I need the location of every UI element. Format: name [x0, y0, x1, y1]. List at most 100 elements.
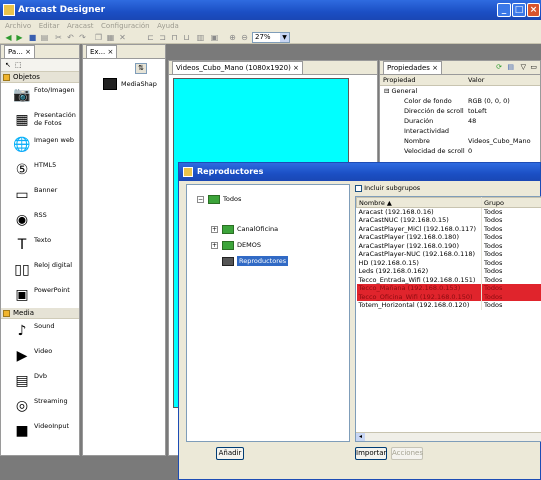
menu-editar[interactable]: Editar [39, 22, 60, 30]
menu-aracast[interactable]: Aracast [67, 22, 94, 30]
palette-item-label: RSS [34, 211, 47, 219]
collapse-all-icon[interactable]: ⇅ [135, 63, 147, 74]
horizontal-scrollbar[interactable]: ◂ [356, 432, 541, 441]
group-icon[interactable]: ▣ [210, 33, 219, 42]
group-label: Media [13, 309, 35, 317]
tree-node[interactable]: Reproductores [237, 256, 289, 266]
maximize-button[interactable]: □ [512, 3, 526, 17]
forward-icon[interactable]: ▶ [15, 33, 24, 42]
col-nombre[interactable]: Nombre ▲ [356, 197, 482, 208]
table-row[interactable]: Aracast (192.168.0.16) Todos [356, 207, 541, 216]
palette-item[interactable]: 📷 Foto/Imagen [1, 83, 79, 108]
select-tool-icon[interactable]: ↖ [5, 61, 11, 69]
explorer-item[interactable]: MediaShap [121, 80, 157, 88]
palette-item[interactable]: ◉ RSS [1, 208, 79, 233]
menu-archivo[interactable]: Archivo [5, 22, 31, 30]
property-row[interactable]: Dirección de scroll toLeft [380, 106, 540, 116]
palette-item[interactable]: ♪ Sound [1, 319, 79, 344]
back-icon[interactable]: ◀ [4, 33, 13, 42]
player-group: Todos [481, 301, 541, 310]
table-row[interactable]: Tecco_Entrada_Wifi (192.168.0.151) Todos [356, 275, 541, 284]
explorer-tab-label: Ex... [90, 48, 106, 56]
palette-item[interactable]: 🌐 Imagen web [1, 133, 79, 158]
editor-tab-header: Videos_Cubo_Mano (1080x1920) × [169, 61, 377, 75]
palette-item[interactable]: ▶ Video [1, 344, 79, 369]
align-center-icon[interactable]: ⊐ [158, 33, 167, 42]
folder-icon [208, 195, 220, 204]
delete-icon[interactable]: ✕ [118, 33, 127, 42]
tree-node[interactable]: DEMOS [237, 240, 261, 250]
table-row[interactable]: Leds (192.168.0.162) Todos [356, 267, 541, 276]
distribute-icon[interactable]: ▥ [196, 33, 205, 42]
palette-item[interactable]: ▣ PowerPoint [1, 283, 79, 308]
refresh-icon[interactable]: ⟳ [496, 61, 502, 74]
tree-node[interactable]: CanalOficina [237, 224, 278, 234]
tab-palette[interactable]: Pa... × [4, 45, 35, 58]
property-row[interactable]: Color de fondo RGB (0, 0, 0) [380, 96, 540, 106]
expand-icon[interactable]: + [211, 226, 218, 233]
zoom-in-icon[interactable]: ⊕ [228, 33, 237, 42]
table-row[interactable]: AraCastPlayer-NUC (192.168.0.118) Todos [356, 250, 541, 259]
streaming-icon: ◎ [15, 398, 29, 414]
property-row[interactable]: Interactividad [380, 126, 540, 136]
toolbar: ◀ ▶ ■ ▤ ✂ ↶ ↷ ❐ ▦ ✕ ⊏ ⊐ ⊓ ⊔ ▥ ▣ ⊕ ⊖ 27% … [0, 32, 541, 44]
palette-item[interactable]: T Texto [1, 233, 79, 258]
palette-item[interactable]: ◎ Streaming [1, 394, 79, 419]
table-row[interactable]: Totem_Horizontal (192.168.0.120) Todos [356, 301, 541, 310]
cut-icon[interactable]: ✂ [54, 33, 63, 42]
col-grupo[interactable]: Grupo [481, 197, 541, 208]
tab-explorer[interactable]: Ex... × [86, 45, 118, 58]
table-row[interactable]: AraCastNUC (192.168.0.15) Todos [356, 216, 541, 225]
table-row[interactable]: HD (192.168.0.15) Todos [356, 258, 541, 267]
scroll-left-icon[interactable]: ◂ [356, 433, 365, 441]
table-row[interactable]: Tecco_Mañana (192.168.0.153) Todos [356, 284, 541, 293]
align-top-icon[interactable]: ⊓ [170, 33, 179, 42]
property-row[interactable]: Nombre Videos_Cubo_Mano [380, 136, 540, 146]
redo-icon[interactable]: ↷ [78, 33, 87, 42]
collapse-icon[interactable]: − [197, 196, 204, 203]
palette-item[interactable]: ■ VideoInput [1, 419, 79, 444]
palette-item[interactable]: ⑤ HTML5 [1, 158, 79, 183]
palette-item[interactable]: ▤ Dvb [1, 369, 79, 394]
import-button[interactable]: Importar [355, 447, 387, 460]
include-subgroups[interactable]: Incluir subgrupos [355, 184, 420, 192]
properties-header: Propiedad Valor [380, 75, 540, 86]
palette-group-media[interactable]: Media [1, 308, 79, 319]
paste-icon[interactable]: ▦ [106, 33, 115, 42]
save-icon[interactable]: ■ [28, 33, 37, 42]
table-row[interactable]: AraCastPlayer_MiCl (192.168.0.117) Todos [356, 224, 541, 233]
zoom-select[interactable]: 27% ▼ [252, 32, 290, 43]
menu-configuracion[interactable]: Configuración [101, 22, 150, 30]
menu-ayuda[interactable]: Ayuda [157, 22, 179, 30]
menu-icon[interactable]: ▽ [521, 61, 526, 74]
tab-editor[interactable]: Videos_Cubo_Mano (1080x1920) × [172, 61, 303, 74]
filter-icon[interactable]: ▤ [507, 61, 514, 74]
tab-properties[interactable]: Propiedades × [383, 61, 443, 74]
properties-category[interactable]: ⊟ General [380, 86, 540, 96]
property-row[interactable]: Duración 48 [380, 116, 540, 126]
table-row[interactable]: AraCastPlayer (192.168.0.190) Todos [356, 241, 541, 250]
marquee-tool-icon[interactable]: ⬚ [15, 61, 22, 69]
palette-group-objetos[interactable]: Objetos [1, 72, 79, 83]
undo-icon[interactable]: ↶ [66, 33, 75, 42]
minimize-button[interactable]: _ [497, 3, 511, 17]
palette-item-label: Foto/Imagen [34, 86, 75, 94]
table-row[interactable]: Tecco_Oficina_Wifi (192.168.0.150) Todos [356, 292, 541, 301]
align-left-icon[interactable]: ⊏ [146, 33, 155, 42]
palette-item[interactable]: ▯▯ Reloj digital [1, 258, 79, 283]
copy-icon[interactable]: ❐ [94, 33, 103, 42]
add-button[interactable]: Añadir [216, 447, 244, 460]
table-row[interactable]: AraCastPlayer (192.168.0.180) Todos [356, 233, 541, 242]
zoom-out-icon[interactable]: ⊖ [240, 33, 249, 42]
minimize-view-icon[interactable]: ▭ [530, 61, 537, 74]
palette-item[interactable]: ▭ Banner [1, 183, 79, 208]
expand-icon[interactable]: + [211, 242, 218, 249]
close-button[interactable]: × [527, 3, 540, 17]
print-icon[interactable]: ▤ [40, 33, 49, 42]
property-row[interactable]: Velocidad de scroll 0 [380, 146, 540, 156]
tree-node[interactable]: Todos [223, 194, 241, 204]
player-name: Tecco_Mañana (192.168.0.153) [356, 284, 482, 293]
palette-item[interactable]: ▦ Presentación de Fotos [1, 108, 79, 133]
include-subgroups-checkbox[interactable] [355, 184, 362, 192]
align-bottom-icon[interactable]: ⊔ [182, 33, 191, 42]
